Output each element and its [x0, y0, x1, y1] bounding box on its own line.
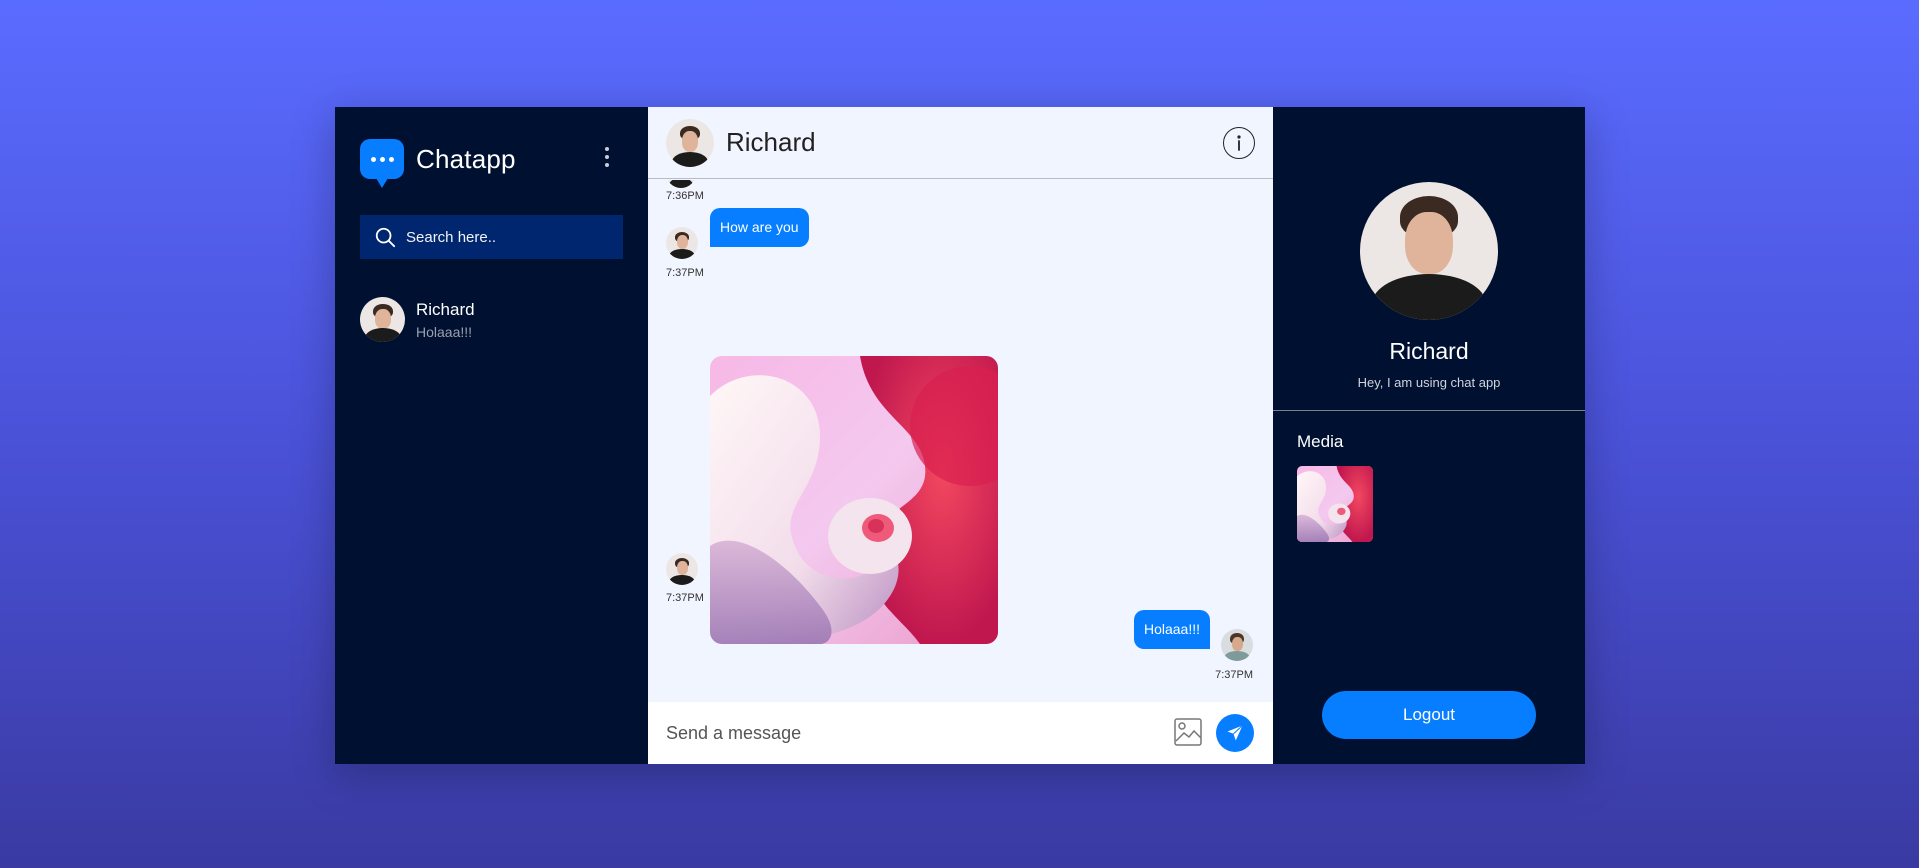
gallery-icon[interactable] [1173, 717, 1203, 747]
search-icon [375, 227, 396, 248]
search-box [360, 215, 623, 259]
chat-header-name: Richard [726, 127, 816, 157]
sender-avatar [666, 227, 698, 259]
message-time: 7:37PM [666, 267, 704, 279]
media-title: Media [1297, 432, 1344, 451]
logout-button[interactable]: Logout [1322, 691, 1536, 739]
message-input[interactable] [666, 722, 1146, 744]
brand-name: Chatapp [416, 143, 516, 174]
message-time: 7:36PM [666, 190, 704, 202]
more-options-icon[interactable] [605, 147, 609, 167]
outgoing-message-bubble: Holaaa!!! [1133, 610, 1210, 649]
profile-bio: Hey, I am using chat app [1357, 375, 1501, 390]
friend-list-item[interactable]: Richard Holaaa!!! [360, 297, 475, 342]
info-icon[interactable] [1223, 127, 1255, 159]
message-list[interactable]: 7:36PM How are you 7:37PM 7:37PM Holaaa!… [648, 180, 1273, 700]
incoming-message-bubble: How are you [710, 208, 809, 247]
message-time: 7:37PM [1215, 669, 1253, 681]
friend-name: Richard [416, 299, 475, 319]
chat-header-avatar [666, 118, 714, 167]
profile-section: Richard Hey, I am using chat app [1273, 107, 1585, 411]
my-avatar [1221, 629, 1253, 661]
image-message[interactable] [710, 356, 998, 644]
chat-app-window: Chatapp Richard Holaaa!!! [335, 107, 1585, 764]
message-time: 7:37PM [666, 592, 704, 604]
profile-name: Richard [1389, 338, 1469, 364]
right-sidebar: Richard Hey, I am using chat app Media L… [1273, 107, 1585, 764]
friend-avatar [360, 297, 405, 342]
chat-header: Richard [648, 107, 1273, 179]
profile-avatar [1360, 182, 1498, 320]
sender-avatar [666, 180, 696, 188]
search-input[interactable] [406, 228, 606, 246]
abstract-image-icon [710, 356, 998, 644]
send-icon [1227, 725, 1243, 741]
chat-panel: 7:36PM How are you 7:37PM 7:37PM Holaaa!… [648, 107, 1273, 764]
left-sidebar: Chatapp Richard Holaaa!!! [335, 107, 648, 764]
send-button[interactable] [1216, 714, 1254, 752]
friend-last-message: Holaaa!!! [416, 323, 473, 340]
sender-avatar [666, 553, 698, 585]
media-thumbnail[interactable] [1297, 466, 1373, 542]
message-composer [648, 702, 1273, 764]
brand: Chatapp [360, 139, 516, 188]
chat-bubble-logo-icon [360, 139, 404, 188]
